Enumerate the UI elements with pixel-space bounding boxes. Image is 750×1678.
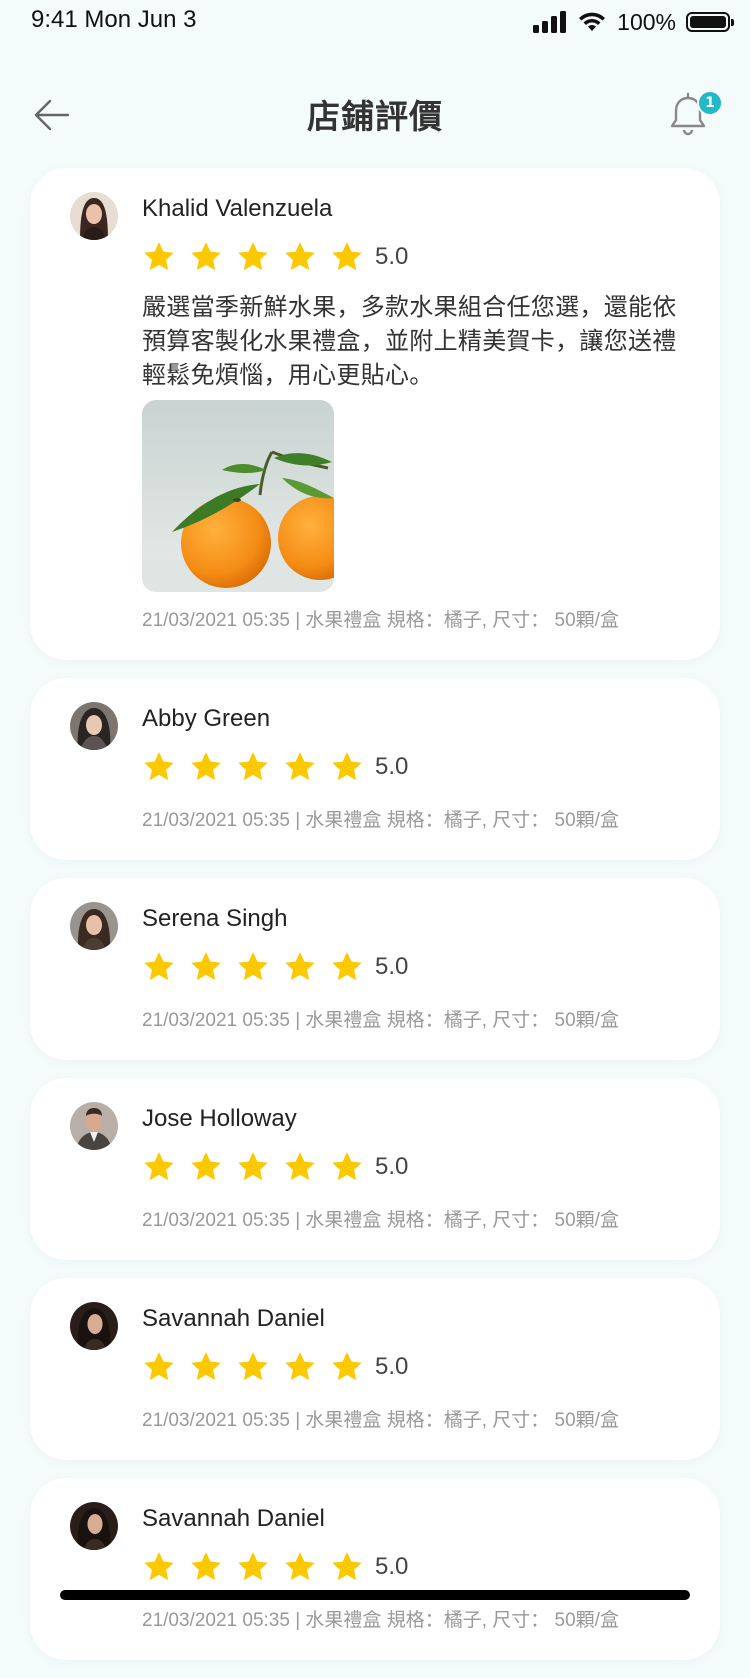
star-icon xyxy=(144,952,174,981)
signal-icon xyxy=(533,11,567,33)
status-icons: 100% xyxy=(533,8,734,36)
rating: 5.0 xyxy=(142,1342,680,1392)
rating: 5.0 xyxy=(142,1542,680,1592)
status-time: 9:41 Mon Jun 3 xyxy=(31,6,197,33)
star-rating xyxy=(142,240,377,274)
star-icon xyxy=(332,242,362,271)
reviewer-name: Jose Holloway xyxy=(142,1105,297,1132)
star-icon xyxy=(144,1352,174,1381)
review-list: Khalid Valenzuela 5.0 嚴選當季新鮮水果，多款水果組合任您選… xyxy=(30,168,720,1678)
star-icon xyxy=(332,1152,362,1181)
star-icon xyxy=(238,1152,268,1181)
avatar[interactable] xyxy=(70,902,118,950)
star-icon xyxy=(285,1152,315,1181)
star-icon xyxy=(144,1152,174,1181)
rating: 5.0 xyxy=(142,942,680,992)
rating-value: 5.0 xyxy=(375,1153,409,1180)
star-rating xyxy=(142,750,377,784)
battery-icon xyxy=(686,12,734,32)
reviewer-name: Savannah Daniel xyxy=(142,1505,325,1532)
review-photo[interactable] xyxy=(142,400,334,592)
page-title: 店鋪評價 xyxy=(307,97,443,136)
review-meta: 21/03/2021 05:35 | 水果禮盒 規格：橘子, 尺寸： 50顆/盒 xyxy=(142,1210,619,1231)
star-icon xyxy=(191,1352,221,1381)
star-icon xyxy=(144,1552,174,1581)
star-icon xyxy=(191,1552,221,1581)
review-meta: 21/03/2021 05:35 | 水果禮盒 規格：橘子, 尺寸： 50顆/盒 xyxy=(142,1410,619,1431)
status-bar: 9:41 Mon Jun 3 100% xyxy=(0,0,750,44)
review-meta: 21/03/2021 05:35 | 水果禮盒 規格：橘子, 尺寸： 50顆/盒 xyxy=(142,1010,619,1031)
rating: 5.0 xyxy=(142,232,680,282)
star-icon xyxy=(332,1352,362,1381)
avatar[interactable] xyxy=(70,1102,118,1150)
review-meta: 21/03/2021 05:35 | 水果禮盒 規格：橘子, 尺寸： 50顆/盒 xyxy=(142,1610,619,1631)
rating-value: 5.0 xyxy=(375,1353,409,1380)
review-meta: 21/03/2021 05:35 | 水果禮盒 規格：橘子, 尺寸： 50顆/盒 xyxy=(142,810,619,831)
avatar[interactable] xyxy=(70,1502,118,1550)
battery-percent: 100% xyxy=(617,8,676,35)
reviewer-name: Abby Green xyxy=(142,705,271,732)
star-icon xyxy=(285,952,315,981)
reviewer-name: Serena Singh xyxy=(142,905,288,932)
review-card[interactable]: Abby Green 5.0 21/03/2021 05:35 | 水果禮盒 規… xyxy=(30,678,720,860)
review-meta: 21/03/2021 05:35 | 水果禮盒 規格：橘子, 尺寸： 50顆/盒 xyxy=(142,610,619,631)
rating: 5.0 xyxy=(142,742,680,792)
star-icon xyxy=(144,242,174,271)
star-icon xyxy=(238,752,268,781)
rating-value: 5.0 xyxy=(375,243,409,270)
star-icon xyxy=(285,1552,315,1581)
rating-value: 5.0 xyxy=(375,953,409,980)
star-icon xyxy=(332,952,362,981)
star-rating xyxy=(142,950,377,984)
star-icon xyxy=(238,242,268,271)
avatar[interactable] xyxy=(70,1302,118,1350)
star-icon xyxy=(332,752,362,781)
star-icon xyxy=(238,952,268,981)
review-card[interactable]: Savannah Daniel 5.0 21/03/2021 05:35 | 水… xyxy=(30,1278,720,1460)
star-icon xyxy=(144,752,174,781)
review-card[interactable]: Jose Holloway 5.0 21/03/2021 05:35 | 水果禮… xyxy=(30,1078,720,1260)
wifi-icon xyxy=(579,12,606,31)
review-text: 嚴選當季新鮮水果，多款水果組合任您選，還能依預算客製化水果禮盒，並附上精美賀卡，… xyxy=(142,293,677,389)
reviewer-name: Khalid Valenzuela xyxy=(142,195,333,222)
star-icon xyxy=(191,952,221,981)
star-icon xyxy=(238,1552,268,1581)
rating-value: 5.0 xyxy=(375,1553,409,1580)
star-icon xyxy=(191,1152,221,1181)
star-rating xyxy=(142,1550,377,1584)
star-icon xyxy=(332,1552,362,1581)
notification-badge: 1 xyxy=(697,90,723,116)
avatar[interactable] xyxy=(70,192,118,240)
header: 店鋪評價 1 xyxy=(0,70,750,160)
star-icon xyxy=(191,242,221,271)
star-icon xyxy=(191,752,221,781)
star-icon xyxy=(238,1352,268,1381)
home-indicator xyxy=(60,1590,690,1600)
star-icon xyxy=(285,752,315,781)
star-rating xyxy=(142,1350,377,1384)
review-card[interactable]: Khalid Valenzuela 5.0 嚴選當季新鮮水果，多款水果組合任您選… xyxy=(30,168,720,660)
star-icon xyxy=(285,1352,315,1381)
review-card[interactable]: Serena Singh 5.0 21/03/2021 05:35 | 水果禮盒… xyxy=(30,878,720,1060)
reviewer-name: Savannah Daniel xyxy=(142,1305,325,1332)
star-icon xyxy=(285,242,315,271)
avatar[interactable] xyxy=(70,702,118,750)
rating-value: 5.0 xyxy=(375,753,409,780)
rating: 5.0 xyxy=(142,1142,680,1192)
star-rating xyxy=(142,1150,377,1184)
review-card[interactable]: Savannah Daniel 5.0 21/03/2021 05:35 | 水… xyxy=(30,1478,720,1660)
